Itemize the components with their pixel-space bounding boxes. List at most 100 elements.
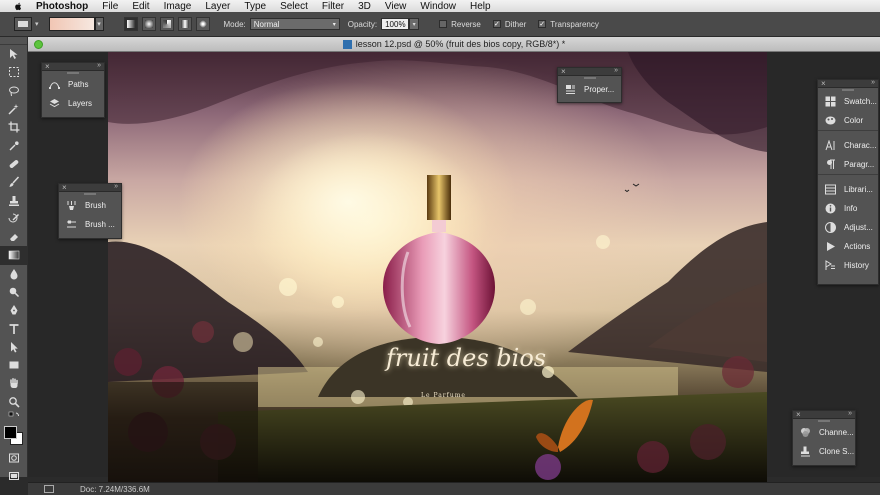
panel-label: Paths: [68, 80, 89, 89]
blur-tool-icon[interactable]: [0, 265, 28, 283]
transparency-checkbox[interactable]: ✓ Transparency: [538, 20, 599, 29]
type-tool-icon[interactable]: [0, 319, 28, 337]
brush-tool-icon[interactable]: [0, 173, 28, 191]
marquee-tool-icon[interactable]: [0, 63, 28, 81]
menu-image[interactable]: Image: [164, 1, 192, 12]
collapse-icon[interactable]: »: [614, 67, 618, 74]
close-icon[interactable]: ×: [561, 67, 566, 76]
panel-label: Channe...: [819, 428, 854, 437]
quick-mask-icon[interactable]: [0, 449, 28, 467]
panel-item-swatches[interactable]: Swatch...: [818, 92, 878, 111]
panel-item-adjustments[interactable]: Adjust...: [818, 218, 878, 237]
dither-checkbox[interactable]: ✓ Dither: [492, 20, 526, 29]
panel-item-libraries[interactable]: Librari...: [818, 180, 878, 199]
properties-icon: [564, 84, 576, 96]
gradient-tool-icon[interactable]: [0, 246, 28, 265]
pen-tool-icon[interactable]: [0, 301, 28, 319]
export-icon[interactable]: [44, 485, 54, 493]
opacity-slider-chevron-down-icon[interactable]: ▾: [409, 18, 420, 30]
zoom-tool-icon[interactable]: [0, 393, 28, 411]
healing-brush-tool-icon[interactable]: [0, 155, 28, 173]
panel-header[interactable]: ×»: [42, 62, 104, 71]
panel-item-clone-source[interactable]: Clone S...: [793, 442, 855, 461]
checkbox-box[interactable]: [439, 20, 448, 28]
panel-item-paragraph[interactable]: Paragr...: [818, 155, 878, 174]
menu-edit[interactable]: Edit: [132, 1, 149, 12]
panel-item-paths[interactable]: Paths: [42, 75, 104, 94]
history-brush-tool-icon[interactable]: [0, 210, 28, 228]
foreground-color-swatch[interactable]: [4, 425, 17, 439]
reverse-checkbox[interactable]: Reverse: [439, 20, 481, 29]
collapse-icon[interactable]: »: [871, 79, 875, 86]
channels-panel: ×» Channe... Clone S...: [792, 410, 856, 466]
panel-item-history[interactable]: History: [818, 256, 878, 275]
collapse-icon[interactable]: »: [848, 410, 852, 417]
panel-item-brush[interactable]: Brush: [59, 196, 121, 215]
checkmark-icon[interactable]: ✓: [538, 20, 547, 28]
opacity-input[interactable]: 100%: [381, 18, 410, 30]
reflected-gradient-button[interactable]: [177, 17, 192, 31]
dodge-tool-icon[interactable]: [0, 283, 28, 301]
panel-item-layers[interactable]: Layers: [42, 94, 104, 113]
crop-tool-icon[interactable]: [0, 118, 28, 136]
menu-select[interactable]: Select: [280, 1, 308, 12]
menu-window[interactable]: Window: [420, 1, 456, 12]
lasso-tool-icon[interactable]: [0, 82, 28, 100]
clone-stamp-tool-icon[interactable]: [0, 191, 28, 209]
window-close-icon[interactable]: [34, 40, 43, 49]
panel-item-brush-presets[interactable]: Brush ...: [59, 215, 121, 234]
hand-tool-icon[interactable]: [0, 374, 28, 392]
menu-file[interactable]: File: [102, 1, 118, 12]
menu-layer[interactable]: Layer: [205, 1, 230, 12]
collapse-icon[interactable]: »: [114, 183, 118, 190]
brush-icon: [65, 200, 77, 212]
move-tool-icon[interactable]: [0, 45, 28, 63]
canvas-artwork[interactable]: fruit des bios Le Parfume: [108, 52, 767, 482]
rectangle-tool-icon[interactable]: [0, 356, 28, 374]
close-icon[interactable]: ×: [821, 79, 826, 88]
panel-header[interactable]: ×»: [793, 410, 855, 419]
collapse-icon[interactable]: »: [97, 62, 101, 69]
angle-gradient-button[interactable]: [159, 17, 174, 31]
menu-view[interactable]: View: [385, 1, 407, 12]
diamond-gradient-button[interactable]: [195, 17, 210, 31]
panel-item-channels[interactable]: Channe...: [793, 423, 855, 442]
panel-header[interactable]: ×»: [818, 79, 878, 88]
panel-item-info[interactable]: Info: [818, 199, 878, 218]
chevron-down-icon[interactable]: ▾: [35, 20, 39, 28]
screen-mode-icon[interactable]: [0, 467, 28, 485]
artwork-title: fruit des bios: [386, 344, 547, 372]
document-tab[interactable]: lesson 12.psd @ 50% (fruit des bios copy…: [28, 37, 880, 52]
default-colors-icon[interactable]: [0, 411, 28, 423]
panel-item-actions[interactable]: Actions: [818, 237, 878, 256]
apple-logo-icon[interactable]: [12, 0, 24, 12]
eyedropper-tool-icon[interactable]: [0, 136, 28, 154]
path-selection-tool-icon[interactable]: [0, 338, 28, 356]
menu-app-name[interactable]: Photoshop: [36, 1, 88, 12]
checkmark-icon[interactable]: ✓: [492, 20, 501, 28]
close-icon[interactable]: ×: [62, 183, 67, 192]
tool-preset-picker[interactable]: [14, 17, 32, 31]
radial-gradient-button[interactable]: [141, 17, 156, 31]
close-icon[interactable]: ×: [45, 62, 50, 71]
menu-help[interactable]: Help: [470, 1, 491, 12]
doc-size-info[interactable]: Doc: 7.24M/336.6M: [80, 485, 150, 494]
panel-item-color[interactable]: Color: [818, 111, 878, 130]
eraser-tool-icon[interactable]: [0, 228, 28, 246]
panel-item-character[interactable]: Charac...: [818, 136, 878, 155]
panel-item-properties[interactable]: Proper...: [558, 80, 621, 99]
close-icon[interactable]: ×: [796, 410, 801, 419]
menu-3d[interactable]: 3D: [358, 1, 371, 12]
menu-type[interactable]: Type: [244, 1, 266, 12]
magic-wand-tool-icon[interactable]: [0, 100, 28, 118]
opacity-value: 100%: [385, 19, 406, 29]
linear-gradient-button[interactable]: [123, 17, 138, 31]
mode-select[interactable]: Normal ▾: [249, 18, 340, 30]
menu-filter[interactable]: Filter: [322, 1, 344, 12]
layers-icon: [48, 98, 60, 110]
panel-header[interactable]: ×»: [59, 183, 121, 192]
gradient-preview[interactable]: [48, 17, 95, 31]
panel-header[interactable]: ×»: [558, 67, 621, 76]
gradient-picker-chevron-down-icon[interactable]: ▾: [94, 17, 104, 31]
toolbar-grip[interactable]: [0, 37, 27, 45]
